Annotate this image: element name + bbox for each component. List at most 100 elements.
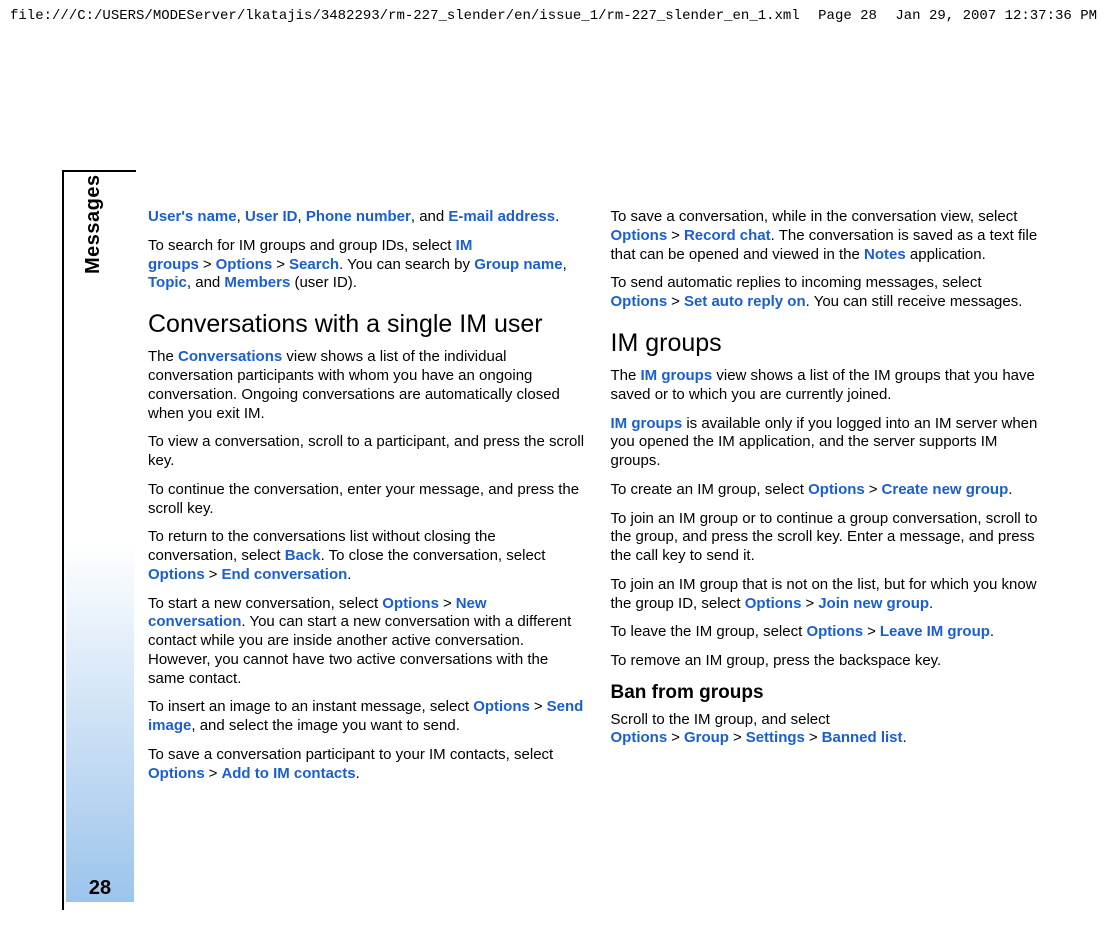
ui-term: Options xyxy=(808,481,865,498)
ui-term: Members xyxy=(224,274,290,291)
text: . xyxy=(347,566,351,583)
breadcrumb-separator: > xyxy=(205,566,222,583)
ui-term: Options xyxy=(382,595,439,612)
breadcrumb-separator: > xyxy=(801,595,818,612)
text: The xyxy=(148,348,178,365)
text: . xyxy=(356,765,360,782)
paragraph: The Conversations view shows a list of t… xyxy=(148,348,585,423)
paragraph: To create an IM group, select Options>Cr… xyxy=(611,481,1048,500)
text: To start a new conversation, select xyxy=(148,595,382,612)
paragraph: To save a conversation participant to yo… xyxy=(148,746,585,784)
text: To leave the IM group, select xyxy=(611,623,807,640)
text: , xyxy=(298,208,306,225)
ui-term: Join new group xyxy=(818,595,929,612)
heading-conversations-single-user: Conversations with a single IM user xyxy=(148,309,585,340)
paragraph: IM groups is available only if you logge… xyxy=(611,415,1048,471)
paragraph: To join an IM group or to continue a gro… xyxy=(611,510,1048,566)
text: . You can search by xyxy=(339,256,474,273)
ui-term: Group name xyxy=(474,256,562,273)
paragraph: To return to the conversations list with… xyxy=(148,528,585,584)
ui-term: Back xyxy=(285,547,321,564)
breadcrumb-separator: > xyxy=(729,729,746,746)
header-page: Page 28 xyxy=(800,8,896,24)
ui-term: Options xyxy=(611,729,668,746)
ui-term: E-mail address xyxy=(448,208,555,225)
text: To insert an image to an instant message… xyxy=(148,698,473,715)
ui-term: Options xyxy=(473,698,530,715)
text: To send automatic replies to incoming me… xyxy=(611,274,982,291)
section-tab-label: Messages xyxy=(82,174,105,274)
text: . To close the conversation, select xyxy=(321,547,546,564)
ui-term: Conversations xyxy=(178,348,282,365)
page-body: Messages 28 User's name, User ID, Phone … xyxy=(62,170,1047,910)
text: application. xyxy=(906,246,986,263)
side-gradient xyxy=(66,542,134,902)
breadcrumb-separator: > xyxy=(530,698,547,715)
ui-term: Group xyxy=(684,729,729,746)
breadcrumb-separator: > xyxy=(667,729,684,746)
breadcrumb-separator: > xyxy=(863,623,880,640)
text: , xyxy=(563,256,567,273)
ui-term: Options xyxy=(745,595,802,612)
ui-term: Options xyxy=(806,623,863,640)
ui-term: Notes xyxy=(864,246,906,263)
text: . xyxy=(929,595,933,612)
text: The xyxy=(611,367,641,384)
header-path: file:///C:/USERS/MODEServer/lkatajis/348… xyxy=(10,8,800,24)
paragraph: To start a new conversation, select Opti… xyxy=(148,595,585,689)
text: . xyxy=(1008,481,1012,498)
ui-term: IM groups xyxy=(611,415,683,432)
text: To create an IM group, select xyxy=(611,481,809,498)
paragraph: To remove an IM group, press the backspa… xyxy=(611,652,1048,671)
ui-term: Phone number xyxy=(306,208,411,225)
ui-term: Add to IM contacts xyxy=(221,765,355,782)
text: . xyxy=(903,729,907,746)
paragraph: User's name, User ID, Phone number, and … xyxy=(148,208,585,227)
print-header: file:///C:/USERS/MODEServer/lkatajis/348… xyxy=(0,0,1107,28)
ui-term: End conversation xyxy=(221,566,347,583)
ui-term: User's name xyxy=(148,208,237,225)
text: . xyxy=(555,208,559,225)
paragraph: To send automatic replies to incoming me… xyxy=(611,274,1048,312)
header-datetime: Jan 29, 2007 12:37:36 PM xyxy=(895,8,1097,24)
ui-term: Set auto reply on xyxy=(684,293,806,310)
ui-term: Search xyxy=(289,256,339,273)
text: , and xyxy=(411,208,449,225)
breadcrumb-separator: > xyxy=(199,256,216,273)
paragraph: To leave the IM group, select Options>Le… xyxy=(611,623,1048,642)
text: . You can still receive messages. xyxy=(806,293,1023,310)
ui-term: Create new group xyxy=(882,481,1009,498)
heading-ban-from-groups: Ban from groups xyxy=(611,681,1048,705)
breadcrumb-separator: > xyxy=(865,481,882,498)
heading-im-groups: IM groups xyxy=(611,328,1048,359)
ui-term: Record chat xyxy=(684,227,771,244)
breadcrumb-separator: > xyxy=(272,256,289,273)
text: Scroll to the IM group, and select xyxy=(611,711,830,728)
breadcrumb-separator: > xyxy=(667,293,684,310)
paragraph: To insert an image to an instant message… xyxy=(148,698,585,736)
ui-term: IM groups xyxy=(641,367,713,384)
paragraph: To join an IM group that is not on the l… xyxy=(611,576,1048,614)
ui-term: Leave IM group xyxy=(880,623,990,640)
text: , and xyxy=(187,274,225,291)
paragraph: To save a conversation, while in the con… xyxy=(611,208,1048,264)
text: To save a conversation participant to yo… xyxy=(148,746,553,763)
ui-term: Options xyxy=(216,256,273,273)
paragraph: To view a conversation, scroll to a part… xyxy=(148,433,585,471)
breadcrumb-separator: > xyxy=(439,595,456,612)
text: To save a conversation, while in the con… xyxy=(611,208,1018,225)
content-columns: User's name, User ID, Phone number, and … xyxy=(136,170,1047,910)
ui-term: Options xyxy=(611,227,668,244)
ui-term: Settings xyxy=(746,729,805,746)
text: , xyxy=(237,208,245,225)
ui-term: User ID xyxy=(245,208,298,225)
breadcrumb-separator: > xyxy=(805,729,822,746)
ui-term: Options xyxy=(611,293,668,310)
ui-term: Options xyxy=(148,765,205,782)
side-column: Messages 28 xyxy=(62,170,136,910)
breadcrumb-separator: > xyxy=(205,765,222,782)
paragraph: Scroll to the IM group, and select Optio… xyxy=(611,711,1048,749)
page-number: 28 xyxy=(64,877,136,900)
ui-term: Banned list xyxy=(822,729,903,746)
paragraph: To search for IM groups and group IDs, s… xyxy=(148,237,585,293)
